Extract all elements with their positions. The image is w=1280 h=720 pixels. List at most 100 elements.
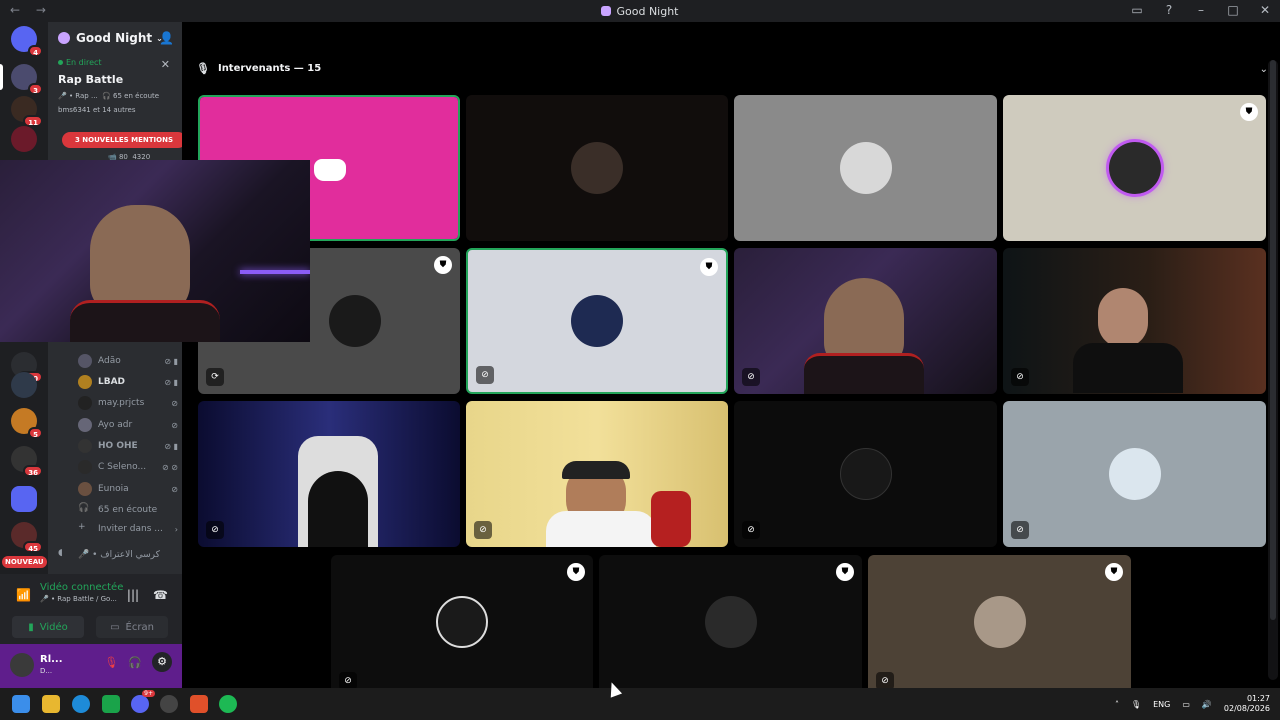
stage-title[interactable]: Rap Battle [48, 73, 182, 86]
member-item[interactable]: Ayo adr ⊘ [78, 416, 178, 434]
new-badge: NOUVEAU [2, 556, 47, 568]
speaker-tile[interactable]: ⊘ [1003, 248, 1266, 394]
disconnect-icon[interactable]: ☎ [153, 588, 168, 602]
member-name: C Seleno... [98, 462, 147, 472]
server-icon-2[interactable]: 11 [11, 96, 43, 127]
member-name: Adão [98, 356, 121, 366]
add-member-icon[interactable]: 👤 [159, 31, 174, 45]
pip-video-overlay[interactable] [0, 160, 310, 342]
speaker-tile[interactable]: ⛊ [599, 555, 862, 688]
server-good-night[interactable]: 3 [11, 64, 43, 95]
avatar [78, 375, 92, 389]
invite-item[interactable]: + Inviter dans ... › [78, 520, 178, 538]
app-icon[interactable] [160, 695, 178, 713]
badge: 5 [28, 427, 43, 439]
headphones-icon[interactable]: 🎧 [128, 656, 142, 672]
speaker-tile[interactable]: ⛊ [1003, 95, 1266, 241]
speaker-tile[interactable] [466, 95, 728, 241]
play-icon[interactable] [102, 695, 120, 713]
server-icon-5[interactable] [11, 372, 37, 398]
server-icon-3[interactable] [11, 126, 37, 152]
avatar [1108, 142, 1161, 194]
shield-icon: ⛊ [1105, 563, 1123, 581]
video-label: Vidéo [39, 621, 68, 633]
new-mentions-badge[interactable]: 3 NOUVELLES MENTIONS [62, 132, 182, 148]
help-icon[interactable]: ? [1162, 3, 1176, 17]
member-item[interactable]: Eunoia ⊘ [78, 480, 178, 498]
close-icon[interactable]: ✕ [161, 58, 170, 71]
noise-suppression-icon[interactable]: ||| [127, 588, 139, 602]
listening-count[interactable]: 🎧 65 en écoute [78, 501, 178, 519]
avatar [704, 595, 757, 648]
speaker-tile[interactable]: ⊘ [198, 401, 460, 547]
edge-icon[interactable] [72, 695, 90, 713]
screen-share-button[interactable]: ▭ Écran [96, 616, 168, 638]
scrollbar[interactable] [1268, 60, 1278, 680]
mic-muted-icon[interactable]: 🎙 [104, 656, 118, 672]
close-button[interactable]: ✕ [1258, 3, 1272, 17]
server-icon [601, 5, 612, 16]
discord-icon[interactable]: 9+ [131, 690, 155, 713]
speaker-tile[interactable]: ⛊ ⊘ [466, 248, 728, 394]
muted-icon: ⊘ [476, 366, 494, 384]
clock-date: 02/08/2026 [1223, 704, 1270, 713]
speaker-tile[interactable]: ⛊ ⊘ [868, 555, 1131, 688]
inbox-icon[interactable]: ▭ [1130, 3, 1144, 17]
voice-status[interactable]: Vidéo connectée 🎤 • Rap Battle / Go... [40, 582, 123, 603]
folder-icon[interactable] [11, 486, 37, 512]
member-name: LBAD [98, 377, 126, 387]
video-button[interactable]: ▮ Vidéo [12, 616, 84, 638]
system-tray: ˄ 🎙 ENG ▭ 🔊 01:27 02/08/2026 [1115, 694, 1270, 714]
member-item[interactable]: may.prjcts ⊘ [78, 394, 178, 412]
badge: 3 [28, 83, 43, 95]
member-item[interactable]: Adão ⊘ ▮ [78, 352, 178, 370]
server-icon-8[interactable]: 45 [11, 522, 43, 553]
minimize-button[interactable]: – [1194, 3, 1208, 17]
discord-badge: 9+ [142, 690, 155, 697]
member-item[interactable]: HO OHE ⊘ ▮ [78, 437, 178, 455]
badge: 45 [23, 541, 43, 553]
speaker-tile[interactable]: ⊘ [734, 401, 997, 547]
member-item[interactable]: C Seleno... ⊘ ⊘ [78, 458, 178, 476]
spotify-icon[interactable] [219, 695, 237, 713]
file-explorer-icon[interactable] [42, 695, 60, 713]
windows-start-icon[interactable] [12, 695, 30, 713]
gear-icon[interactable]: ⚙ [152, 652, 172, 672]
mic-icon[interactable]: 🎙 [1131, 700, 1141, 709]
stage-main: 🎙 Intervenants — 15 ⌄ ⛊ ⛊ ⟳ ⛊ ⊘ ⊘ ⊘ ⊘ ⊘ ⊘ ⊘… [182, 22, 1280, 688]
live-dot-icon [58, 60, 63, 65]
avatar [78, 354, 92, 368]
brave-icon[interactable] [190, 695, 208, 713]
speakers-label: Intervenants — 15 [217, 63, 322, 74]
server-icon-6[interactable]: 5 [11, 408, 43, 439]
pip-neon [240, 270, 310, 274]
other-stage-channel[interactable]: ◖ 🎤 • كرسي الاعتراف [58, 546, 178, 564]
clock[interactable]: 01:27 02/08/2026 [1224, 694, 1270, 714]
screen-label: Écran [125, 621, 154, 633]
chevron-down-icon[interactable]: ⌄ [1260, 64, 1268, 75]
server-icon-7[interactable]: 36 [11, 446, 43, 477]
speaker-tile[interactable]: ⛊ ⊘ [331, 555, 593, 688]
scrollbar-thumb[interactable] [1270, 60, 1276, 620]
muted-icon: ⊘ [474, 521, 492, 539]
speaker-tile[interactable]: ⊘ [1003, 401, 1266, 547]
network-icon[interactable]: ▭ [1182, 700, 1190, 709]
speaker-tile[interactable]: ⊘ [466, 401, 728, 547]
discord-home-icon[interactable]: 4 [11, 26, 43, 57]
discord-logo-icon [314, 159, 346, 181]
server-header[interactable]: Good Night ⌄ 👤 [48, 22, 182, 54]
language-indicator[interactable]: ENG [1153, 700, 1170, 709]
member-name: HO OHE [98, 441, 138, 451]
voice-connection-panel: 📶 Vidéo connectée 🎤 • Rap Battle / Go... … [0, 574, 182, 644]
chevron-up-icon[interactable]: ˄ [1115, 700, 1119, 709]
speaker-tile[interactable] [734, 95, 997, 241]
user-panel: Rl... D... 🎙 🎧 ⚙ [0, 644, 182, 688]
maximize-button[interactable]: □ [1226, 3, 1240, 17]
live-indicator: En direct ✕ [48, 54, 182, 71]
member-item[interactable]: LBAD ⊘ ▮ [78, 373, 178, 391]
speaker-tile[interactable]: ⊘ [734, 248, 997, 394]
stage-mute-icon: ⟳ [206, 368, 224, 386]
avatar[interactable] [10, 653, 34, 677]
volume-icon[interactable]: 🔊 [1202, 700, 1212, 709]
user-name[interactable]: Rl... [40, 654, 63, 665]
